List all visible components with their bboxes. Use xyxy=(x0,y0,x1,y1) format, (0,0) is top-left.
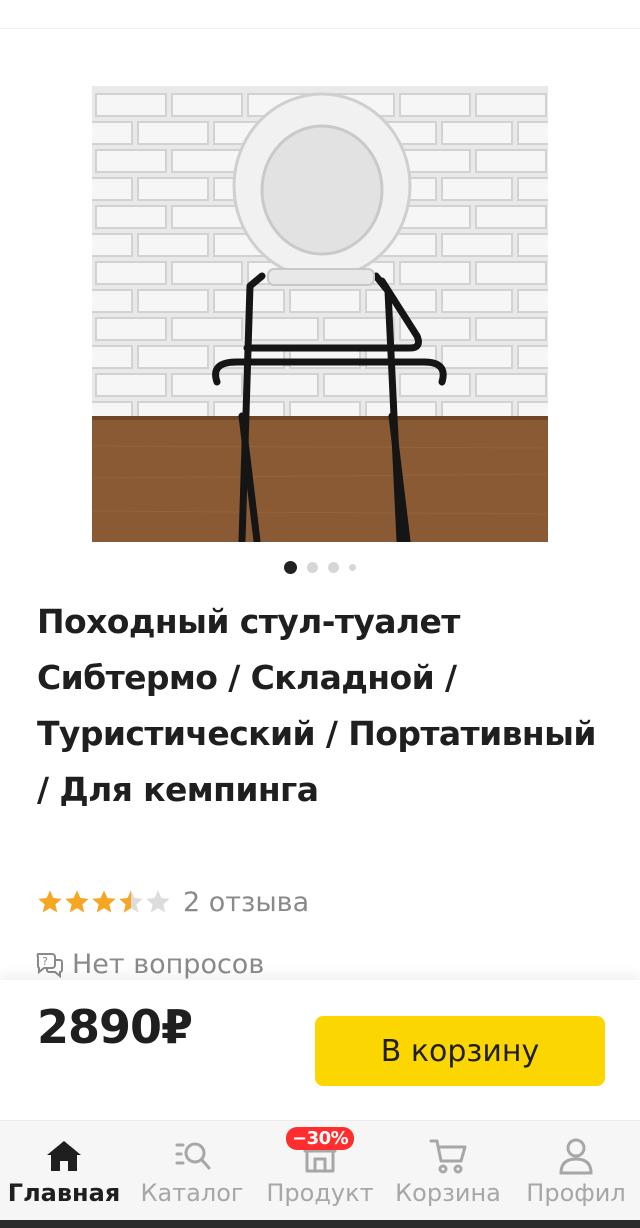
questions-link[interactable]: ? Нет вопросов xyxy=(34,944,264,984)
top-bar xyxy=(0,0,640,29)
nav-label-catalog: Каталог xyxy=(140,1179,244,1207)
image-pagination[interactable] xyxy=(0,559,640,575)
cart-icon xyxy=(429,1139,467,1174)
svg-text:?: ? xyxy=(42,955,48,968)
nav-item-profile[interactable]: Профил xyxy=(522,1121,630,1221)
nav-label-home: Главная xyxy=(7,1179,121,1207)
nav-label-cart: Корзина xyxy=(395,1179,501,1207)
nav-item-cart[interactable]: Корзина xyxy=(392,1121,504,1221)
system-nav-strip xyxy=(0,1220,640,1228)
price: 2890₽ xyxy=(37,1000,193,1054)
nav-item-home[interactable]: Главная xyxy=(8,1121,120,1221)
nav-label-grocery: Продукт xyxy=(266,1179,374,1207)
bottom-navigation: Главная Каталог −30% Продукт Корзина Про… xyxy=(0,1120,640,1221)
question-chat-icon: ? xyxy=(36,953,63,979)
star-full-icon xyxy=(92,890,116,913)
pagination-dot-3[interactable] xyxy=(328,561,339,573)
rating[interactable]: 2 отзыва xyxy=(36,884,309,920)
product-image[interactable] xyxy=(92,86,548,542)
reviews-count[interactable]: 2 отзыва xyxy=(183,887,309,918)
questions-label: Нет вопросов xyxy=(72,948,265,980)
nav-item-catalog[interactable]: Каталог xyxy=(140,1121,244,1221)
product-photo xyxy=(92,86,548,542)
star-full-icon xyxy=(65,890,89,913)
star-half-icon xyxy=(119,890,143,913)
discount-badge: −30% xyxy=(286,1127,355,1150)
star-empty-icon xyxy=(146,890,170,913)
pagination-dot-1[interactable] xyxy=(284,560,297,574)
pagination-dot-4[interactable] xyxy=(349,563,356,571)
star-full-icon xyxy=(38,890,62,913)
product-title: Походный стул-туалет Сибтермо / Складной… xyxy=(37,602,596,809)
add-to-cart-button[interactable]: В корзину xyxy=(315,1016,605,1086)
pagination-dot-2[interactable] xyxy=(307,561,318,573)
catalog-search-icon xyxy=(175,1142,211,1170)
nav-label-profile: Профил xyxy=(526,1179,626,1207)
home-icon xyxy=(47,1141,81,1171)
nav-item-grocery[interactable]: −30% Продукт xyxy=(262,1121,378,1221)
profile-icon xyxy=(559,1138,593,1175)
